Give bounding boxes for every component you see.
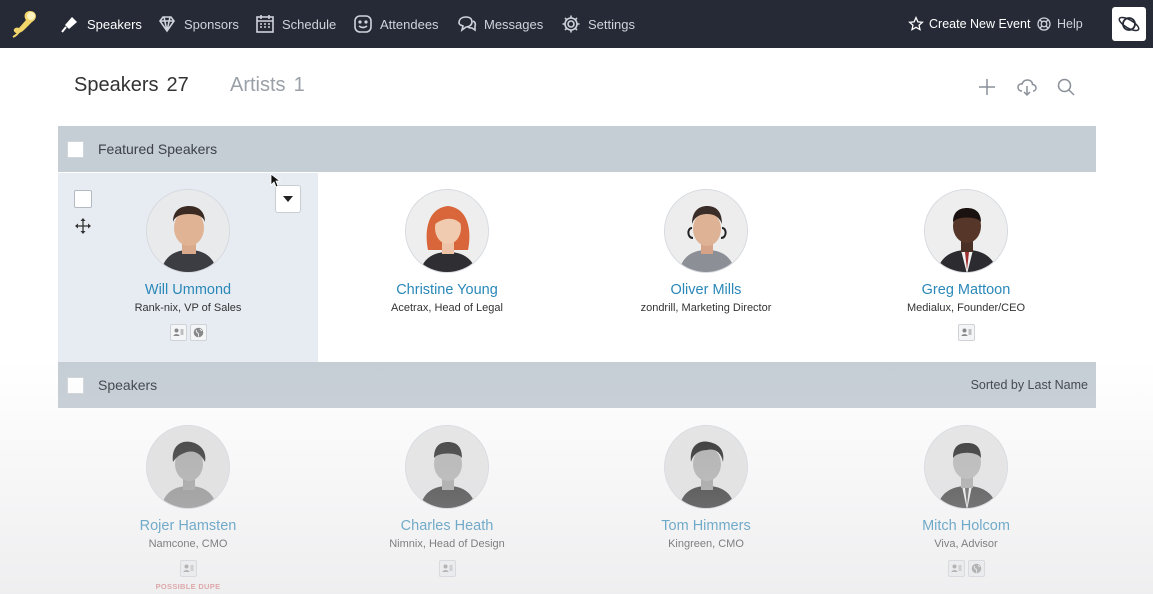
search-icon [1057,78,1075,96]
nav-messages-label: Messages [484,16,544,32]
speaker-badges [58,324,318,341]
speaker-name[interactable]: Will Ummond [58,282,318,298]
top-navigation-bar: Speakers Sponsors Schedule Attendees Mes… [0,0,1153,48]
profile-card-icon[interactable] [169,324,187,341]
nav-settings-label: Settings [588,16,635,32]
nav-attendees[interactable]: Attendees [353,0,439,48]
calendar-icon [256,15,274,33]
tab-speakers-count: 27 [166,74,189,96]
speakers-title: Speakers [98,377,158,393]
speaker-photo[interactable] [664,425,748,509]
sort-label[interactable]: Sorted by Last Name [971,378,1088,392]
profile-card-icon[interactable] [179,560,197,577]
speaker-photo[interactable] [924,425,1008,509]
speaker-card[interactable]: Greg Mattoon Medialux, Founder/CEO [836,189,1096,341]
speaker-card[interactable]: Tom Himmers Kingreen, CMO [576,425,836,550]
cloud-download-icon [1017,79,1037,97]
tab-artists-label: Artists [230,74,286,96]
help-button[interactable]: Help [1036,0,1083,48]
speaker-role: Nimnix, Head of Design [389,538,505,550]
mouse-cursor-icon [270,173,281,188]
speaker-role: Rank-nix, VP of Sales [134,302,242,314]
smiley-icon [354,15,372,33]
speaker-role: Namcone, CMO [148,538,228,550]
tab-speakers-label: Speakers [74,74,159,96]
profile-card-icon[interactable] [947,560,965,577]
speaker-photo[interactable] [405,189,489,273]
app-logo-icon[interactable] [10,8,40,40]
nav-messages[interactable]: Messages [457,0,543,48]
featured-select-all-checkbox[interactable] [67,140,84,158]
speaker-card[interactable]: Will Ummond Rank-nix, VP of Sales [58,189,318,341]
nav-speakers[interactable]: Speakers [60,0,142,48]
nav-sponsors-label: Sponsors [184,16,239,32]
profile-card-icon[interactable] [957,324,975,341]
speaker-role: zondrill, Marketing Director [640,302,772,314]
speaker-name[interactable]: Greg Mattoon [836,282,1096,298]
speaker-card[interactable]: Oliver Mills zondrill, Marketing Directo… [576,189,836,314]
speaker-photo[interactable] [664,189,748,273]
search-button[interactable] [1055,76,1077,98]
speaker-photo[interactable] [924,189,1008,273]
possible-dupe-flag: POSSIBLE DUPE [155,582,221,591]
tab-speakers[interactable]: Speakers 27 [74,74,189,97]
speaker-name[interactable]: Christine Young [317,282,577,298]
nav-settings[interactable]: Settings [561,0,635,48]
profile-card-icon[interactable] [438,560,456,577]
speaker-role: Medialux, Founder/CEO [907,302,1025,314]
speaker-name[interactable]: Oliver Mills [576,282,836,298]
globe-icon[interactable] [189,324,207,341]
nav-schedule[interactable]: Schedule [255,0,336,48]
speaker-badges [58,560,318,577]
speakers-select-all-checkbox[interactable] [67,376,84,394]
user-avatar-button[interactable] [1112,7,1146,41]
planet-icon [1118,16,1140,32]
chat-icon [458,16,477,32]
speaker-name[interactable]: Mitch Holcom [836,518,1096,534]
create-new-event-label: Create New Event [929,17,1031,31]
speakers-header: Speakers Sorted by Last Name [58,362,1096,408]
speaker-name[interactable]: Charles Heath [317,518,577,534]
nav-attendees-label: Attendees [380,16,439,32]
create-new-event-button[interactable]: Create New Event [908,0,1030,48]
lifebuoy-icon [1037,17,1051,31]
speaker-name[interactable]: Tom Himmers [576,518,836,534]
tab-artists-count: 1 [293,74,305,96]
speaker-photo[interactable] [405,425,489,509]
speaker-photo[interactable] [146,425,230,509]
speaker-role: Acetrax, Head of Legal [391,302,503,314]
nav-sponsors[interactable]: Sponsors [157,0,239,48]
speaker-photo[interactable] [146,189,230,273]
speaker-badges [836,324,1096,341]
speaker-card[interactable]: Mitch Holcom Viva, Advisor [836,425,1096,577]
speaker-role: Viva, Advisor [934,538,998,550]
diamond-icon [159,16,175,33]
microphone-icon [61,17,77,33]
nav-schedule-label: Schedule [282,16,337,32]
gear-icon [562,15,580,33]
nav-speakers-label: Speakers [87,16,142,32]
plus-icon [979,79,995,95]
speaker-badges [317,560,577,577]
help-label: Help [1057,17,1083,31]
star-icon [908,16,924,31]
speaker-card[interactable]: Christine Young Acetrax, Head of Legal [317,189,577,314]
featured-speakers-header: Featured Speakers [58,126,1096,172]
featured-speakers-title: Featured Speakers [98,141,218,157]
speaker-badges [836,560,1096,577]
cloud-download-button[interactable] [1016,76,1038,98]
tab-artists[interactable]: Artists 1 [230,74,305,97]
speaker-name[interactable]: Rojer Hamsten [58,518,318,534]
add-button[interactable] [976,76,998,98]
speaker-role: Kingreen, CMO [668,538,744,550]
globe-icon[interactable] [967,560,985,577]
speaker-card[interactable]: Charles Heath Nimnix, Head of Design [317,425,577,577]
speaker-card[interactable]: Rojer Hamsten Namcone, CMO POSSIBLE DUPE [58,425,318,591]
